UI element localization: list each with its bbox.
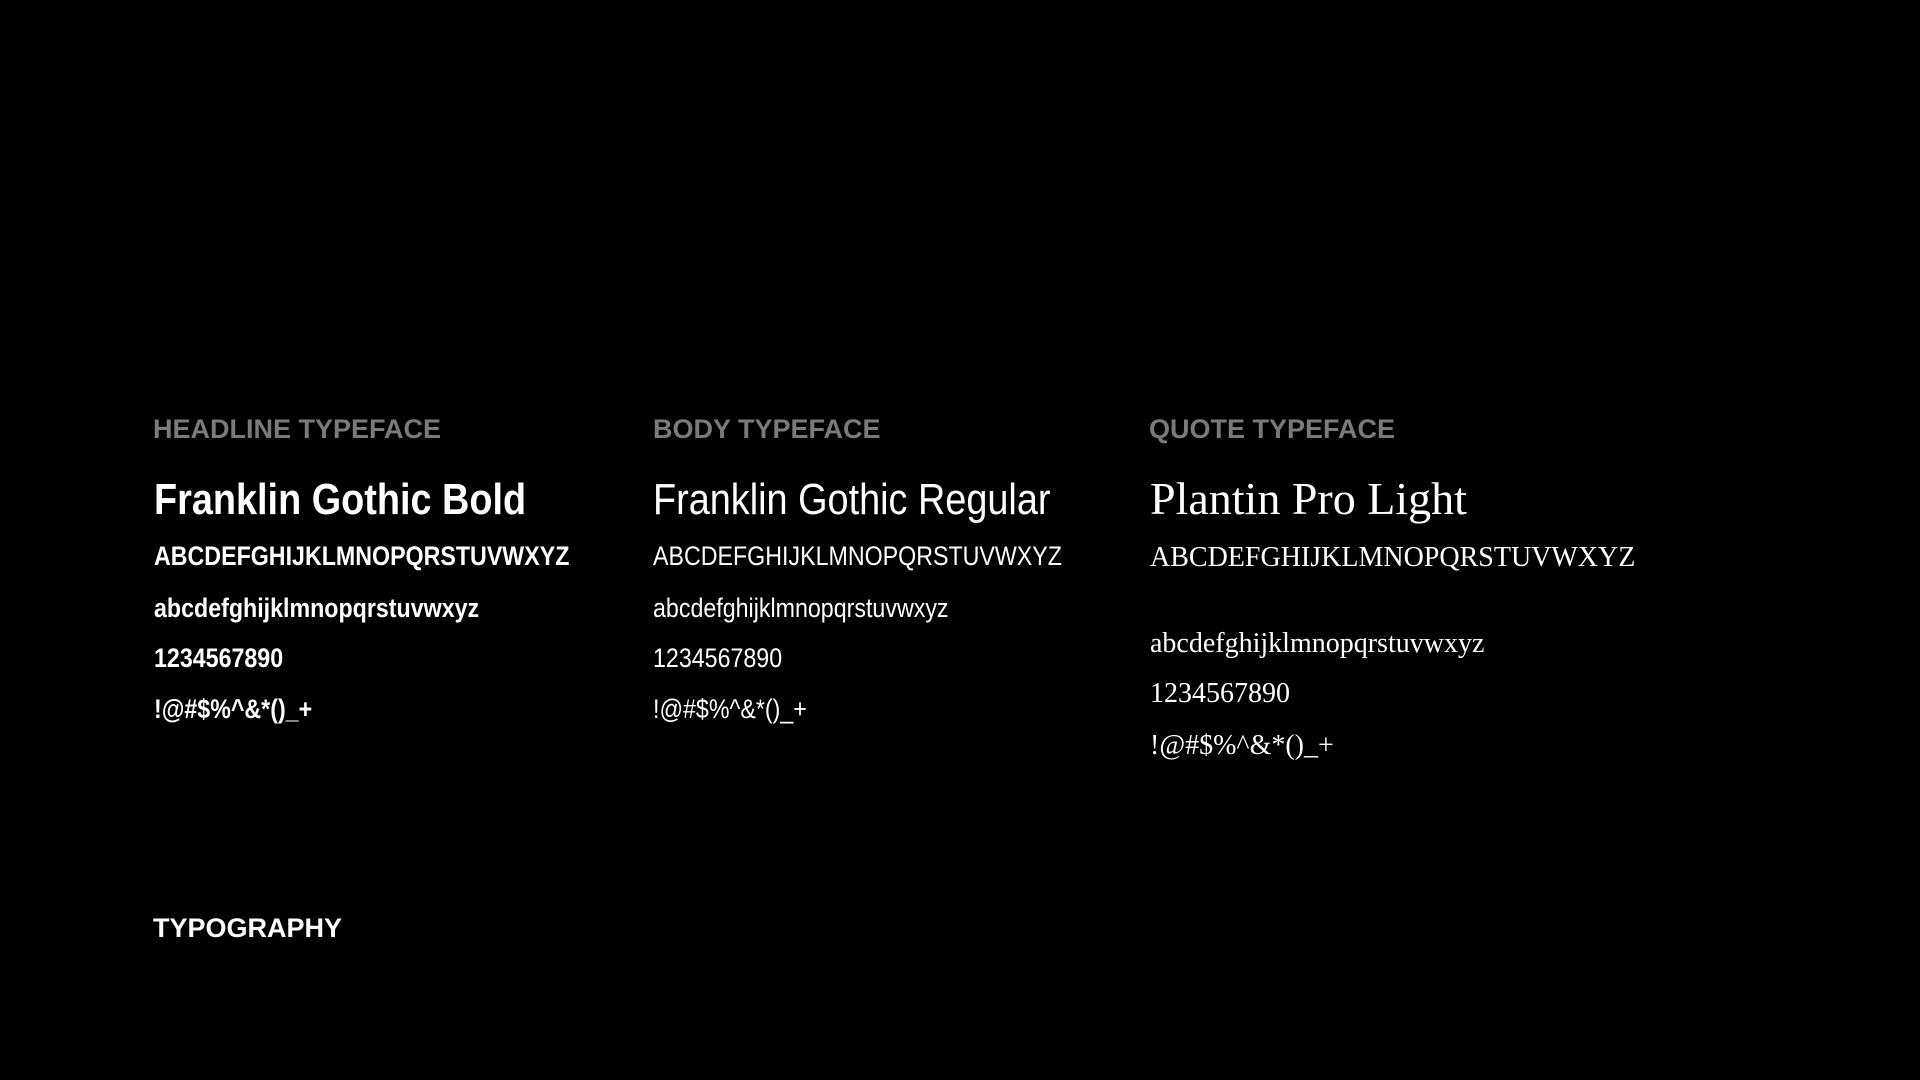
column-label: BODY TYPEFACE	[653, 414, 881, 444]
lowercase-sample: abcdefghijklmnopqrstuvwxyz	[1150, 628, 1485, 659]
symbols-sample: !@#$%^&*()_+	[1150, 730, 1334, 761]
symbols-sample: !@#$%^&*()_+	[154, 694, 313, 724]
digits-sample: 1234567890	[1150, 678, 1290, 709]
uppercase-sample: ABCDEFGHIJKLMNOPQRSTUVWXYZ	[653, 541, 1062, 571]
lowercase-sample: abcdefghijklmnopqrstuvwxyz	[653, 593, 949, 623]
font-name: Plantin Pro Light	[1150, 473, 1467, 524]
digits-sample: 1234567890	[154, 643, 284, 673]
symbols-sample: !@#$%^&*()_+	[653, 694, 807, 724]
lowercase-sample: abcdefghijklmnopqrstuvwxyz	[154, 593, 480, 623]
uppercase-sample: ABCDEFGHIJKLMNOPQRSTUVWXYZ	[154, 541, 570, 571]
section-title: TYPOGRAPHY	[153, 913, 343, 943]
column-label: HEADLINE TYPEFACE	[153, 414, 442, 444]
column-label: QUOTE TYPEFACE	[1149, 414, 1396, 444]
font-name: Franklin Gothic Bold	[154, 475, 527, 524]
font-name: Franklin Gothic Regular	[653, 475, 1051, 524]
digits-sample: 1234567890	[653, 643, 783, 673]
uppercase-sample: ABCDEFGHIJKLMNOPQRSTUVWXYZ	[1150, 542, 1636, 573]
